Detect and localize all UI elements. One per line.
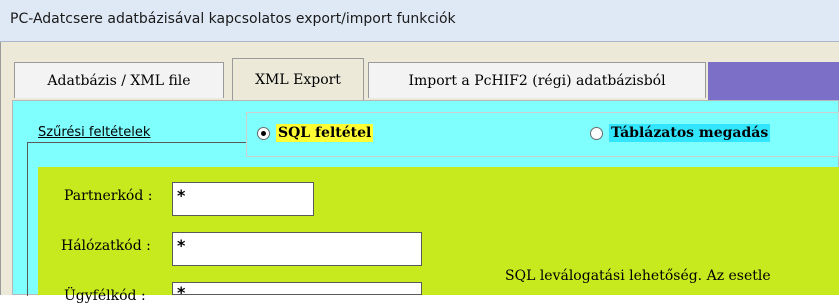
tab-import-pchif2[interactable]: Import a PcHIF2 (régi) adatbázisból xyxy=(368,62,706,98)
radio-selected-icon xyxy=(257,126,270,140)
tab-label: XML Export xyxy=(255,71,341,88)
network-code-label: Hálózatkód : xyxy=(61,238,151,254)
radio-unselected-icon xyxy=(590,126,603,140)
network-code-input[interactable]: * xyxy=(172,232,422,266)
radio-table-definition[interactable]: Táblázatos megadás xyxy=(590,124,771,142)
sql-info-text: SQL leválogatási lehetőség. Az esetle xyxy=(505,268,771,284)
tab-strip-fill xyxy=(708,62,839,100)
partner-code-input[interactable]: * xyxy=(172,182,314,216)
filter-group-label: Szűrési feltételek xyxy=(36,125,153,140)
partner-code-label: Partnerkód : xyxy=(64,188,153,204)
tab-label: Import a PcHIF2 (régi) adatbázisból xyxy=(408,72,666,89)
window-title: PC-Adatcsere adatbázisával kapcsolatos e… xyxy=(10,11,456,27)
customer-code-input[interactable]: * xyxy=(172,282,422,302)
tab-xml-export[interactable]: XML Export xyxy=(232,58,364,100)
tab-database-xml-file[interactable]: Adatbázis / XML file xyxy=(14,62,224,98)
radio-label: SQL feltétel xyxy=(276,124,374,142)
customer-code-label: Ügyfélkód : xyxy=(64,288,146,304)
radio-sql-condition[interactable]: SQL feltétel xyxy=(257,124,374,142)
radio-label: Táblázatos megadás xyxy=(609,124,771,142)
tab-label: Adatbázis / XML file xyxy=(47,72,191,89)
window-titlebar: PC-Adatcsere adatbázisával kapcsolatos e… xyxy=(0,0,839,42)
